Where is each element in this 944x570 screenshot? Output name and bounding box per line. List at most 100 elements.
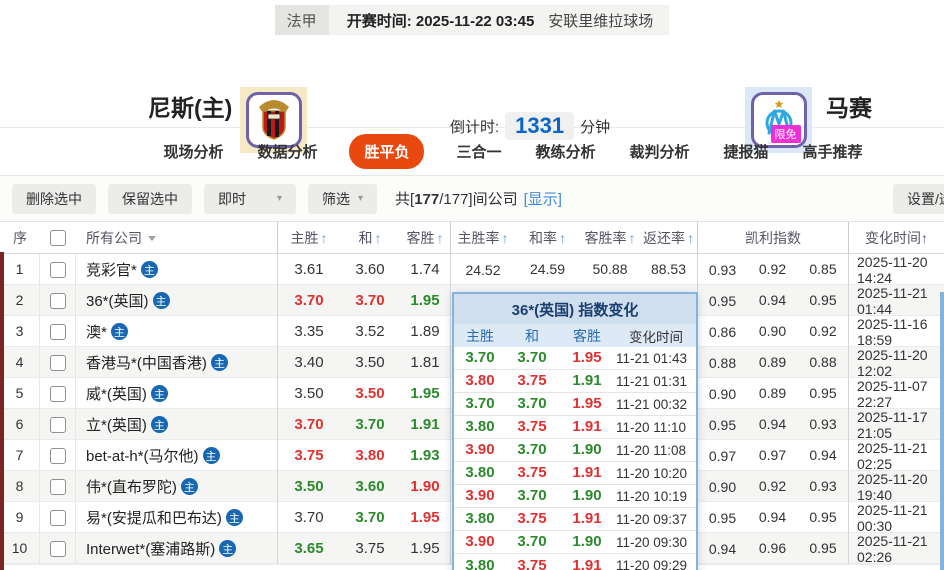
popup-away-odds: 1.90 (572, 441, 602, 458)
chevron-down-icon (148, 235, 156, 241)
popup-home-odds: 3.90 (465, 441, 495, 458)
company-cell[interactable]: 易*(安提瓜和巴布达) 主 (76, 507, 277, 528)
tab-item[interactable]: 现场分析 (161, 134, 225, 169)
row-checkbox[interactable] (49, 385, 66, 402)
sort-asc-icon: ↑ (628, 230, 636, 246)
popup-home-odds: 3.90 (465, 533, 495, 550)
popup-home-odds: 3.90 (465, 487, 495, 504)
kelly-draw: 0.92 (758, 261, 787, 277)
company-cell[interactable]: Interwet*(塞浦路斯) 主 (76, 538, 277, 559)
row-index: 10 (0, 533, 40, 564)
header-draw-odds[interactable]: 和 ↑ (340, 228, 400, 248)
header-away-odds[interactable]: 客胜 ↑ (400, 228, 450, 248)
kelly-home: 0.86 (708, 323, 737, 340)
delete-selected-button[interactable]: 删除选中 (12, 183, 96, 214)
tab-item[interactable]: 捷报猫 限免 (722, 125, 801, 169)
kelly-home: 0.93 (708, 261, 737, 278)
popup-row: 3.90 3.70 1.90 11-20 10:19 (454, 485, 696, 508)
popup-home-odds: 3.70 (465, 395, 495, 412)
tab-item[interactable]: 裁判分析 (628, 134, 692, 169)
company-cell[interactable]: 竞彩官* 主 (76, 259, 277, 280)
tab-item[interactable]: 数据分析 (255, 134, 319, 169)
select-all-checkbox[interactable] (50, 230, 66, 246)
company-cell[interactable]: 香港马*(中国香港) 主 (76, 352, 277, 373)
sort-asc-icon: ↑ (374, 230, 382, 246)
popup-row: 3.90 3.70 1.90 11-20 11:08 (454, 439, 696, 462)
popup-header: 主胜 和 客胜 变化时间 (454, 324, 696, 347)
header-home-odds[interactable]: 主胜 ↑ (277, 222, 340, 254)
company-name: 竞彩官* (86, 262, 137, 279)
tab-item[interactable]: 高手推荐 (801, 134, 865, 169)
company-cell[interactable]: bet-at-h*(马尔他) 主 (76, 445, 277, 466)
company-cell[interactable]: 伟*(直布罗陀) 主 (76, 476, 277, 497)
kelly-away: 0.93 (809, 478, 837, 494)
company-cell[interactable]: 澳* 主 (76, 321, 277, 342)
away-odds: 1.95 (410, 385, 440, 402)
row-checkbox[interactable] (49, 354, 66, 371)
table-toolbar: 删除选中 保留选中 即时 ▾ 筛选 ▾ 共[177/177]间公司 [显示] 设置/选… (0, 176, 944, 222)
popup-draw-odds: 3.70 (517, 441, 547, 458)
popup-change-time: 11-20 09:30 (616, 534, 688, 550)
company-count-suffix: /177]间公司 (439, 191, 518, 208)
settings-button[interactable]: 设置/选择 (893, 184, 944, 214)
popup-change-time: 11-20 11:10 (616, 419, 687, 435)
header-draw-rate[interactable]: 和率 ↑ (515, 228, 580, 248)
kelly-away: 0.95 (809, 509, 837, 525)
row-checkbox[interactable] (49, 540, 66, 557)
kelly-home: 0.90 (708, 478, 737, 495)
header-return-rate[interactable]: 返还率 ↑ (640, 228, 697, 248)
tab-item[interactable]: 教练分析 (534, 134, 598, 169)
popup-draw-odds: 3.75 (517, 372, 547, 389)
header-home-rate[interactable]: 主胜率 ↑ (450, 222, 515, 254)
away-odds: 1.91 (410, 416, 440, 433)
row-index: 4 (0, 347, 40, 378)
row-checkbox[interactable] (49, 416, 66, 433)
kelly-draw: 0.92 (758, 478, 787, 494)
draw-odds: 3.50 (355, 385, 385, 402)
home-rate: 24.52 (465, 261, 501, 278)
row-checkbox[interactable] (49, 261, 66, 278)
away-odds: 1.81 (410, 354, 440, 371)
header-away-rate-label: 客胜率 (584, 230, 627, 246)
header-away-rate[interactable]: 客胜率 ↑ (580, 228, 640, 248)
company-count: 共[177/177]间公司 [显示] (395, 188, 562, 209)
tab-item[interactable]: 胜平负 (349, 134, 425, 169)
popup-row: 3.80 3.75 1.91 11-21 01:31 (454, 370, 696, 393)
company-cell[interactable]: 威*(英国) 主 (76, 383, 277, 404)
popup-row: 3.90 3.70 1.90 11-20 09:30 (454, 531, 696, 554)
home-odds: 3.65 (294, 540, 324, 557)
change-time: 2025-11-17 21:05 (848, 409, 944, 441)
popup-row: 3.70 3.70 1.95 11-21 01:43 (454, 347, 696, 370)
row-checkbox[interactable] (49, 323, 66, 340)
company-cell[interactable]: 立*(英国) 主 (76, 414, 277, 435)
row-checkbox[interactable] (49, 478, 66, 495)
tab-label: 高手推荐 (802, 144, 863, 161)
popup-change-time: 11-21 01:43 (616, 350, 688, 366)
popup-change-time: 11-21 00:32 (616, 396, 688, 412)
header-change-time-label: 变化时间 (865, 230, 921, 246)
tab-label: 裁判分析 (629, 144, 690, 161)
row-checkbox[interactable] (49, 447, 66, 464)
home-odds: 3.50 (294, 478, 324, 495)
table-row[interactable]: 1 竞彩官* 主 3.61 3.60 1.74 24.52 24.59 50.88… (0, 254, 944, 286)
tab-item[interactable]: 三合一 (454, 134, 503, 169)
filter-dropdown[interactable]: 筛选 ▾ (308, 183, 378, 214)
keep-selected-button[interactable]: 保留选中 (108, 183, 192, 214)
company-name: 易*(安提瓜和巴布达) (86, 510, 222, 527)
row-checkbox-cell (40, 533, 76, 564)
draw-odds: 3.80 (355, 447, 385, 464)
kelly-away: 0.95 (809, 540, 837, 556)
sort-asc-icon: ↑ (921, 230, 928, 246)
main-company-icon: 主 (219, 540, 237, 557)
show-link[interactable]: [显示] (524, 191, 562, 208)
row-index: 2 (0, 285, 40, 316)
row-checkbox[interactable] (49, 292, 66, 309)
row-index: 1 (0, 254, 40, 285)
row-checkbox[interactable] (49, 509, 66, 526)
change-time: 2025-11-21 01:44 (848, 285, 944, 317)
company-cell[interactable]: 36*(英国) 主 (76, 290, 277, 311)
row-index: 9 (0, 502, 40, 533)
instant-dropdown[interactable]: 即时 ▾ (204, 183, 296, 214)
header-company[interactable]: 所有公司 (76, 228, 277, 248)
header-change-time[interactable]: 变化时间↑ (848, 222, 944, 254)
